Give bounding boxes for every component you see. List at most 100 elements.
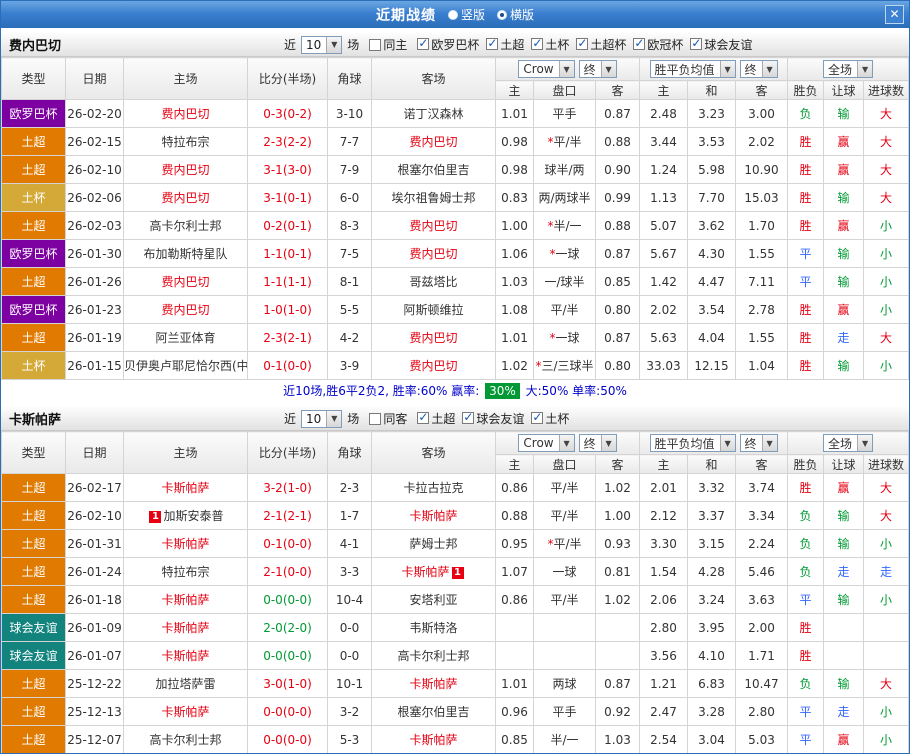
same-venue-checkbox[interactable] [369,38,382,51]
col-corner: 角球 [327,431,372,474]
away-team: 费内巴切 [371,239,496,268]
checkbox-icon[interactable] [462,410,475,425]
league-filter[interactable]: 土超 [486,36,524,53]
avg-away: 1.71 [735,641,789,670]
away-team: 卡拉古拉克 [371,473,496,502]
col-let: 让球 [823,80,865,100]
col-handicap: 盘口 [533,80,596,100]
col-wdl: 胜负 [787,80,825,100]
team-label: 费内巴切 [409,331,458,345]
league-filter[interactable]: 欧冠杯 [633,36,683,53]
avg-draw: 3.95 [687,613,737,642]
odds-company-select[interactable]: Crow ▼ [518,434,575,452]
avg-draw: 3.62 [687,211,737,240]
checkbox-icon[interactable] [417,410,430,425]
close-button[interactable]: ✕ [885,5,904,24]
team-label: 卡拉古拉克 [403,481,464,495]
result-handicap: 赢 [823,211,865,240]
league-filter[interactable]: 球会友谊 [462,410,524,427]
match-type: 欧罗巴杯 [1,99,66,128]
match-row: 球会友谊 26-01-07 卡斯帕萨 0-0(0-0) 0-0 高卡尔利士邦 3.56 4.1… [1,641,909,670]
home-team: 费内巴切 [123,99,248,128]
league-filter[interactable]: 球会友谊 [690,36,752,53]
same-venue-checkbox[interactable] [369,412,382,425]
checkbox-icon[interactable] [531,36,544,51]
avg-type-select[interactable]: 胜平负均值 ▼ [649,434,736,452]
match-type: 土超 [1,585,66,614]
checkbox-icon[interactable] [486,36,499,51]
match-row: 欧罗巴杯 26-01-23 费内巴切 1-0(1-0) 5-5 阿斯顿维拉 1.08 平/半 0… [1,295,909,324]
scope-select[interactable]: 全场 ▼ [823,434,874,452]
odds-home: 1.06 [495,239,534,268]
filter-bar: 近 10 ▼ 场 同主 欧罗巴杯 土超 土杯 土超杯 欧冠杯 球会友谊 [284,35,752,54]
avg-away: 2.02 [735,127,789,156]
result-goals: 大 [863,669,909,698]
odds-home: 0.88 [495,501,534,530]
handicap: 平/半 [533,585,596,614]
match-date: 26-01-24 [65,557,124,586]
same-venue-filter[interactable]: 同主 [369,36,407,53]
team-label: 费内巴切 [409,135,458,149]
odds-time-select[interactable]: 终 ▼ [578,434,617,452]
col-score: 比分(半场) [247,57,328,100]
team-label: 安塔利亚 [409,593,458,607]
result-goals: 大 [863,127,909,156]
league-filter[interactable]: 土超杯 [576,36,626,53]
league-filter-label: 土超 [500,37,525,52]
avg-draw: 3.53 [687,127,737,156]
match-count-value: 10 [306,37,322,52]
league-filters: 欧罗巴杯 土超 土杯 土超杯 欧冠杯 球会友谊 [410,36,752,54]
league-filter[interactable]: 土杯 [531,36,569,53]
odds-home: 0.98 [495,155,534,184]
odds-company-select[interactable]: Crow ▼ [518,60,575,78]
avg-time-select[interactable]: 终 ▼ [739,434,778,452]
corner-score: 7-5 [327,239,372,268]
checkbox-icon[interactable] [417,36,430,51]
checkbox-icon[interactable] [690,36,703,51]
odds-time-select[interactable]: 终 ▼ [578,60,617,78]
home-team: 特拉布宗 [123,557,248,586]
near-label: 近 [284,412,297,426]
match-count-select[interactable]: 10 ▼ [301,35,343,54]
odds-home [495,613,534,642]
handicap: *半/一 [533,211,596,240]
match-row: 土杯 26-01-15 贝伊奥卢耶尼恰尔西(中) 0-1(0-0) 3-9 费内巴切 1.0… [1,351,909,380]
radio-selected-icon[interactable] [497,9,507,20]
team-label: 费内巴切 [161,275,210,289]
result-wdl: 平 [787,239,825,268]
avg-home: 2.80 [639,613,689,642]
checkbox-icon[interactable] [576,36,589,51]
same-venue-filter[interactable]: 同客 [369,410,407,427]
match-score: 1-1(0-1) [247,239,328,268]
away-team: 埃尔祖鲁姆士邦 [371,183,496,212]
match-score: 0-2(0-1) [247,211,328,240]
handicap: 球半/两 [533,155,596,184]
league-filter[interactable]: 欧罗巴杯 [417,36,479,53]
col-avg-home: 主 [639,80,689,100]
favorite-star-icon: * [547,219,554,233]
result-goals [863,613,909,642]
result-goals: 小 [863,529,909,558]
col-away: 客场 [371,431,496,474]
avg-type-value: 胜平负均值 [654,436,715,451]
match-count-select[interactable]: 10 ▼ [301,409,343,428]
radio-unselected-icon[interactable] [447,9,458,20]
avg-time-select[interactable]: 终 ▼ [739,60,778,78]
home-team: 高卡尔利士邦 [123,725,248,753]
result-wdl: 胜 [787,641,825,670]
checkbox-icon[interactable] [531,410,544,425]
avg-away: 3.00 [735,99,789,128]
avg-home: 2.48 [639,99,689,128]
league-filter[interactable]: 土超 [417,410,455,427]
result-handicap: 走 [823,697,865,726]
result-handicap: 输 [823,267,865,296]
league-filter[interactable]: 土杯 [531,410,569,427]
checkbox-icon[interactable] [633,36,646,51]
layout-vertical-option[interactable]: 竖版 [447,6,485,23]
chevron-down-icon: ▼ [600,435,616,451]
avg-home: 2.12 [639,501,689,530]
scope-select[interactable]: 全场 ▼ [823,60,874,78]
avg-type-select[interactable]: 胜平负均值 ▼ [649,60,736,78]
layout-horizontal-option[interactable]: 横版 [497,6,534,23]
corner-score: 4-1 [327,529,372,558]
